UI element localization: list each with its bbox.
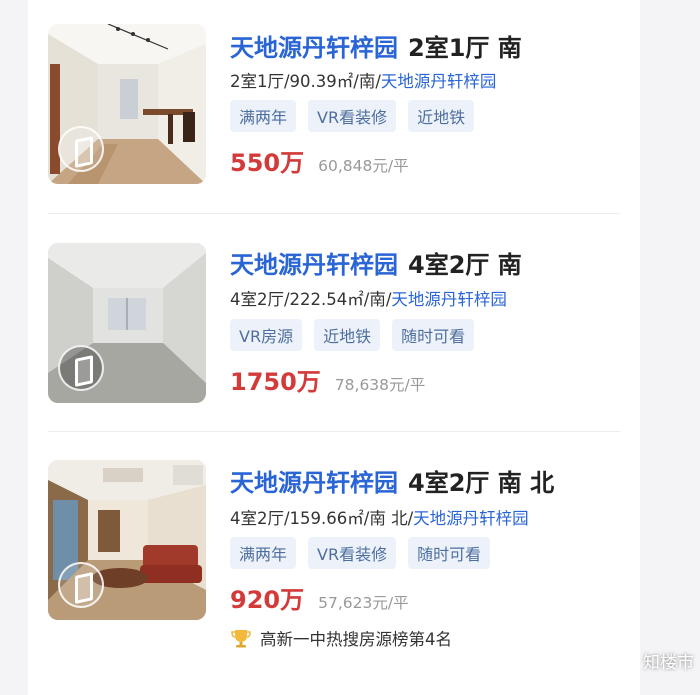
tag: 满两年 [230, 537, 297, 569]
tag: 近地铁 [408, 100, 475, 132]
meta-details: 4室2厅/159.66㎡/南 北/ [230, 509, 414, 528]
price-row: 920万 57,623元/平 [230, 580, 409, 615]
estate-link[interactable]: 天地源丹轩梓园 [391, 290, 507, 309]
estate-name: 天地源丹轩梓园 [230, 34, 398, 62]
total-price: 1750万 [230, 368, 321, 396]
listing-item[interactable]: 天地源丹轩梓园 2室1厅 南 2室1厅/90.39㎡/南/天地源丹轩梓园 满两年 … [28, 0, 640, 213]
hot-search-rank[interactable]: 高新一中热搜房源榜第4名 [230, 626, 452, 650]
layout-orientation: 4室2厅 南 北 [408, 469, 555, 497]
listing-photo[interactable] [48, 24, 206, 184]
layout-orientation: 4室2厅 南 [408, 251, 522, 279]
estate-link[interactable]: 天地源丹轩梓园 [381, 72, 497, 91]
listing-page: 天地源丹轩梓园 2室1厅 南 2室1厅/90.39㎡/南/天地源丹轩梓园 满两年 … [0, 0, 700, 695]
tag: 随时可看 [408, 537, 491, 569]
listing-meta: 4室2厅/159.66㎡/南 北/天地源丹轩梓园 [230, 505, 529, 529]
meta-details: 2室1厅/90.39㎡/南/ [230, 72, 381, 91]
vr-cube-icon[interactable] [58, 562, 104, 608]
estate-name: 天地源丹轩梓园 [230, 251, 398, 279]
watermark: 知楼市 [617, 648, 694, 673]
layout-orientation: 2室1厅 南 [408, 34, 522, 62]
page-margin-left [0, 0, 28, 695]
listing-item[interactable]: 天地源丹轩梓园 4室2厅 南 北 4室2厅/159.66㎡/南 北/天地源丹轩梓园… [28, 432, 640, 695]
total-price: 920万 [230, 586, 305, 614]
tag: 随时可看 [392, 319, 475, 351]
vr-cube-icon[interactable] [58, 126, 104, 172]
listing-title[interactable]: 天地源丹轩梓园 4室2厅 南 [230, 245, 522, 280]
tag-list: 满两年 VR看装修 近地铁 [230, 100, 475, 132]
estate-name: 天地源丹轩梓园 [230, 469, 398, 497]
estate-link[interactable]: 天地源丹轩梓园 [413, 509, 529, 528]
listing-title[interactable]: 天地源丹轩梓园 2室1厅 南 [230, 28, 522, 63]
tag: 近地铁 [314, 319, 381, 351]
price-row: 550万 60,848元/平 [230, 143, 409, 178]
total-price: 550万 [230, 149, 305, 177]
tag: VR房源 [230, 319, 303, 351]
listing-card-list: 天地源丹轩梓园 2室1厅 南 2室1厅/90.39㎡/南/天地源丹轩梓园 满两年 … [28, 0, 640, 695]
vr-cube-icon[interactable] [58, 345, 104, 391]
watermark-text: 知楼市 [643, 653, 694, 673]
tag: VR看装修 [308, 537, 397, 569]
tag-list: 满两年 VR看装修 随时可看 [230, 537, 491, 569]
tag: 满两年 [230, 100, 297, 132]
listing-meta: 2室1厅/90.39㎡/南/天地源丹轩梓园 [230, 68, 496, 92]
listing-photo[interactable] [48, 243, 206, 403]
tag-list: VR房源 近地铁 随时可看 [230, 319, 475, 351]
price-row: 1750万 78,638元/平 [230, 362, 425, 397]
listing-meta: 4室2厅/222.54㎡/南/天地源丹轩梓园 [230, 286, 507, 310]
trophy-icon [231, 630, 251, 648]
unit-price: 78,638元/平 [334, 376, 426, 394]
unit-price: 60,848元/平 [318, 157, 409, 175]
meta-details: 4室2厅/222.54㎡/南/ [230, 290, 392, 309]
listing-item[interactable]: 天地源丹轩梓园 4室2厅 南 4室2厅/222.54㎡/南/天地源丹轩梓园 VR房… [28, 214, 640, 431]
listing-photo[interactable] [48, 460, 206, 620]
tag: VR看装修 [308, 100, 397, 132]
listing-title[interactable]: 天地源丹轩梓园 4室2厅 南 北 [230, 463, 554, 498]
rank-label: 高新一中热搜房源榜第4名 [260, 630, 452, 649]
wechat-icon [617, 652, 638, 668]
page-margin-right [640, 0, 700, 695]
unit-price: 57,623元/平 [318, 594, 409, 612]
